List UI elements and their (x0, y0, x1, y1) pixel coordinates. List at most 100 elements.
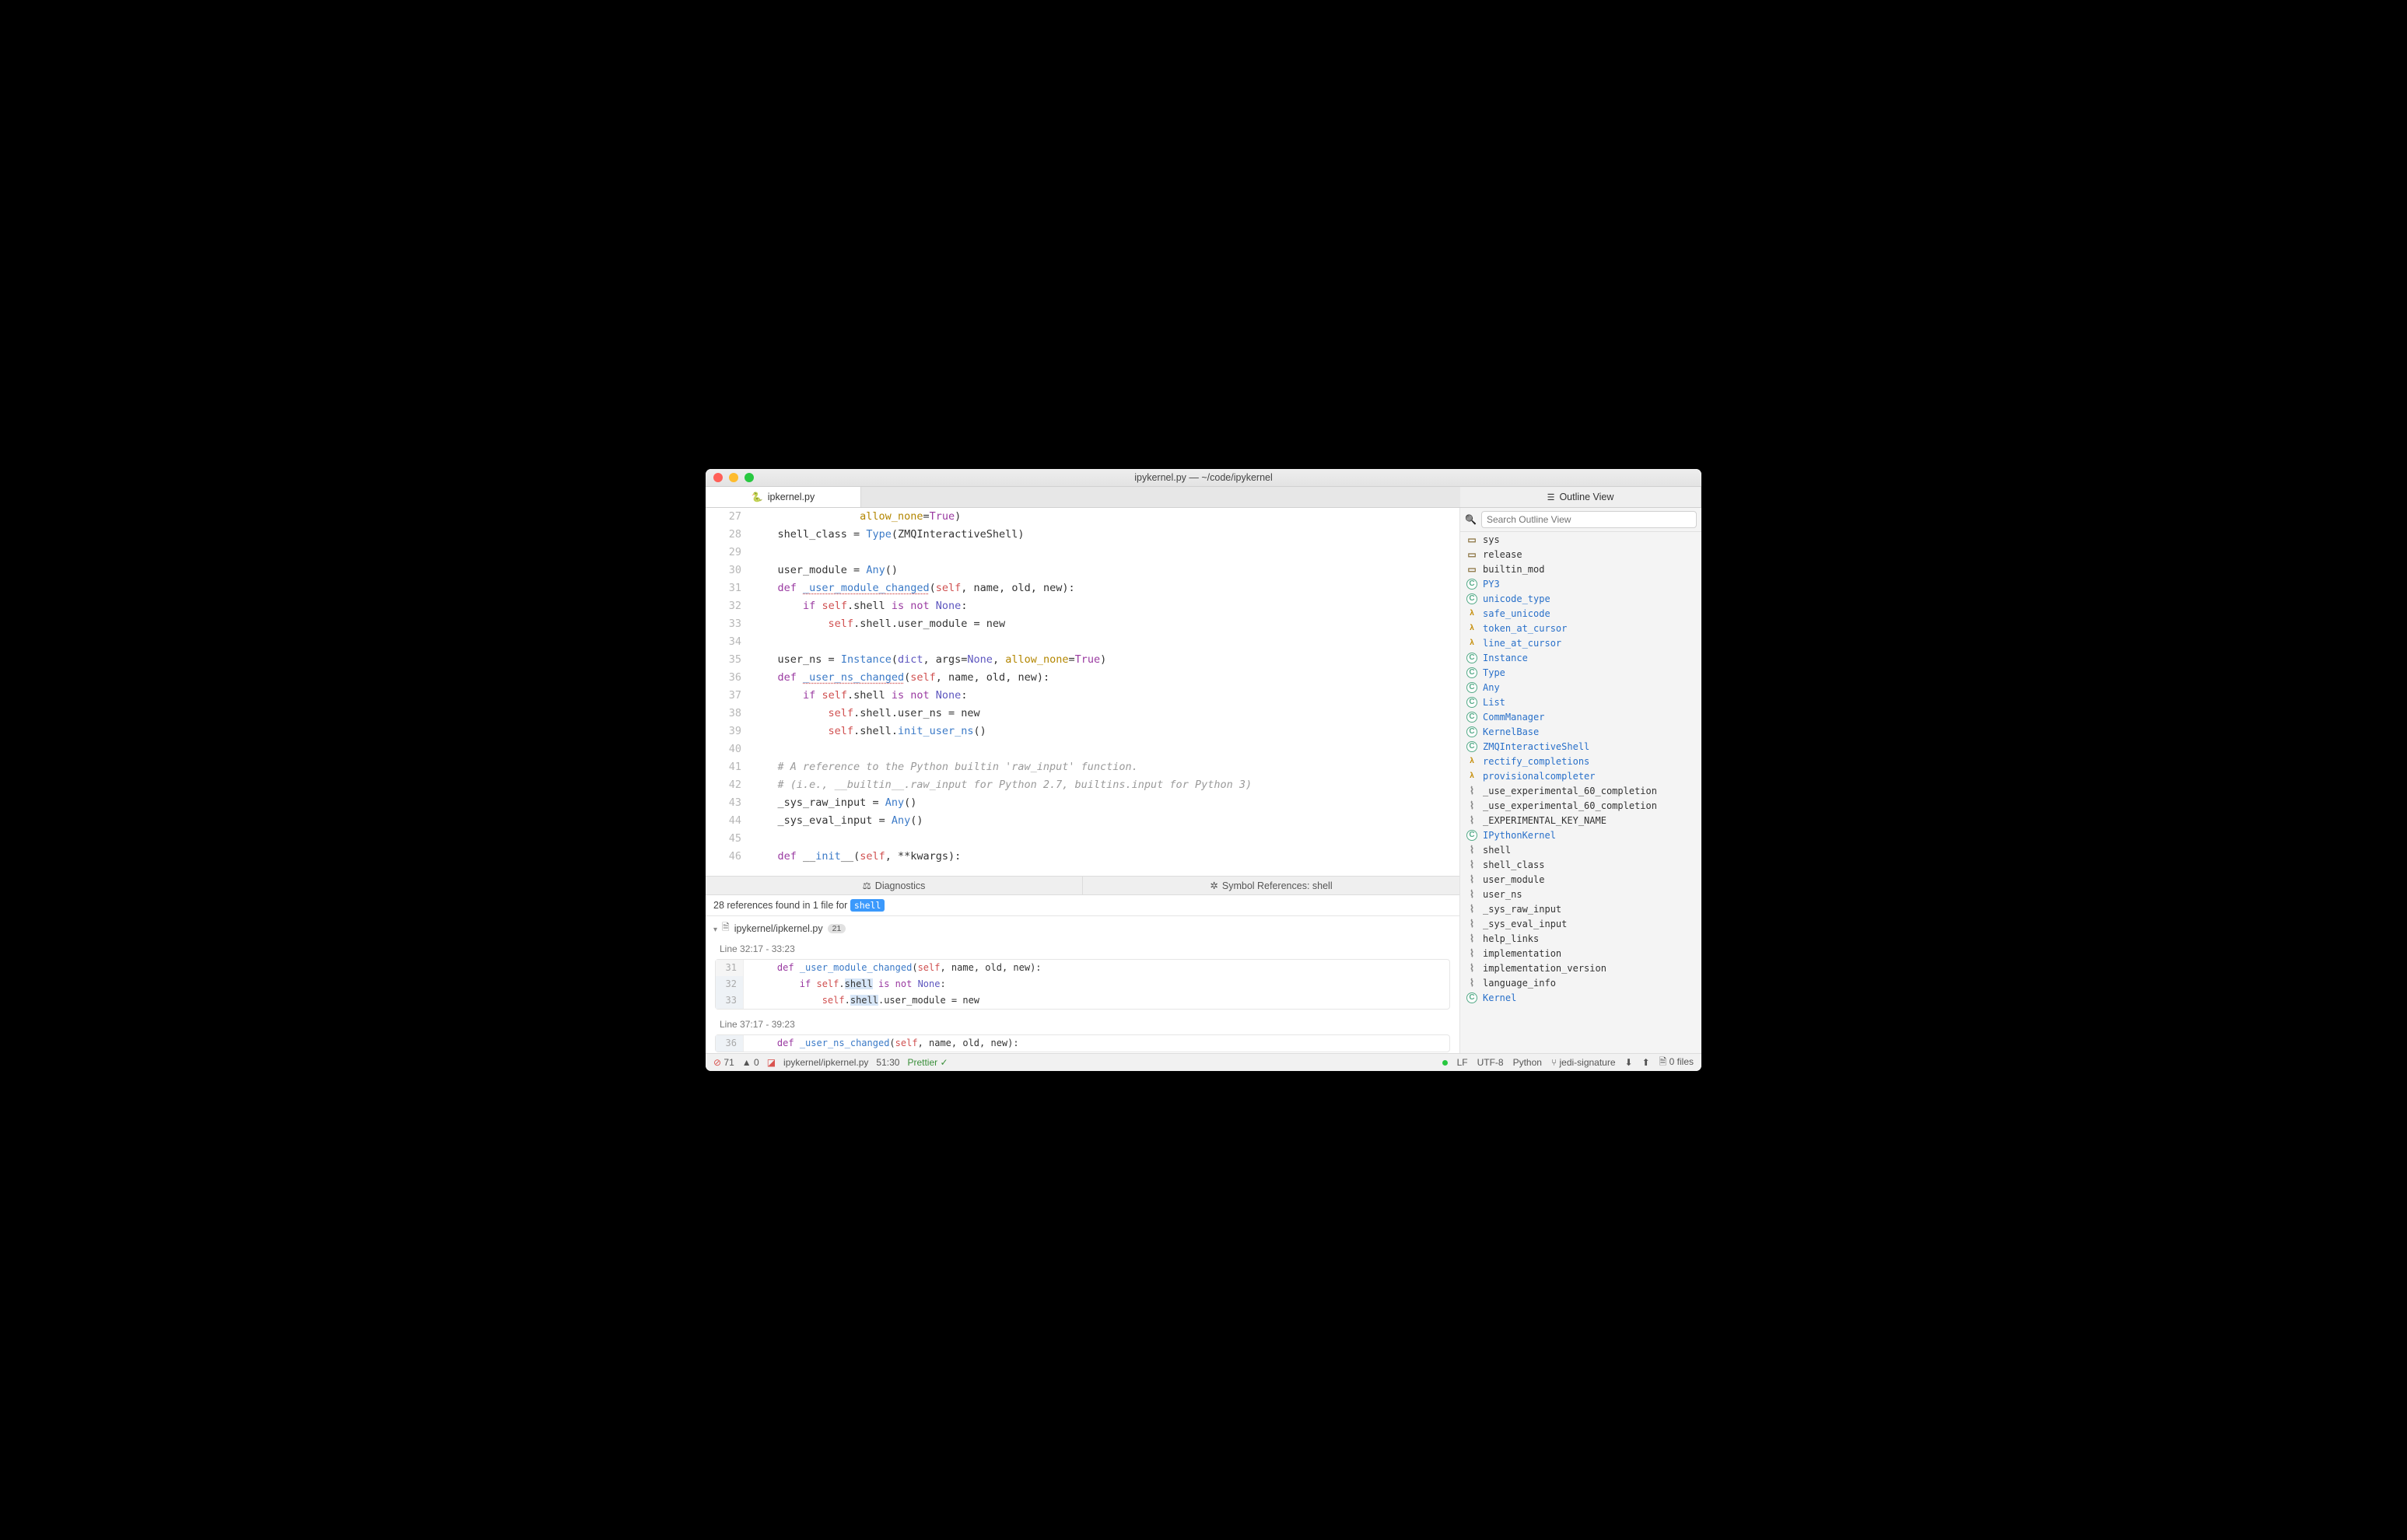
outline-item-label: shell (1483, 845, 1511, 856)
zoom-window-button[interactable] (745, 473, 754, 482)
outline-item[interactable]: shell_class (1460, 857, 1701, 872)
minimize-window-button[interactable] (729, 473, 738, 482)
func-icon (1466, 771, 1477, 782)
outline-item[interactable]: _sys_eval_input (1460, 916, 1701, 931)
outline-item-label: sys (1483, 534, 1500, 545)
line-ending[interactable]: LF (1457, 1057, 1468, 1068)
outline-item[interactable]: List (1460, 695, 1701, 709)
outline-item-label: ZMQInteractiveShell (1483, 741, 1589, 752)
outline-item-label: release (1483, 549, 1522, 560)
outline-item[interactable]: release (1460, 547, 1701, 562)
reference-snippet[interactable]: 36 def _user_ns_changed(self, name, old,… (715, 1034, 1450, 1052)
outline-item[interactable]: _EXPERIMENTAL_KEY_NAME (1460, 813, 1701, 828)
outline-item-label: implementation_version (1483, 963, 1606, 974)
outline-item[interactable]: provisionalcompleter (1460, 768, 1701, 783)
outline-item-label: _use_experimental_60_completion (1483, 786, 1657, 796)
outline-item[interactable]: unicode_type (1460, 591, 1701, 606)
window-title: ipykernel.py — ~/code/ipykernel (706, 472, 1701, 483)
outline-item[interactable]: IPythonKernel (1460, 828, 1701, 842)
edit-icon[interactable]: ◪ (767, 1057, 776, 1068)
warning-count[interactable]: ▲ 0 (742, 1057, 759, 1068)
outline-item-label: line_at_cursor (1483, 638, 1561, 649)
titlebar: ipykernel.py — ~/code/ipykernel (706, 469, 1701, 487)
dock-tabs: ⚖ Diagnostics ✲ Symbol References: shell (706, 876, 1459, 895)
language-mode[interactable]: Python (1513, 1057, 1542, 1068)
var-icon (1466, 859, 1477, 870)
references-count-text: 28 references found in 1 file for (713, 900, 847, 911)
pkg-icon (1466, 534, 1477, 545)
outline-item[interactable]: CommManager (1460, 709, 1701, 724)
prettier-status[interactable]: Prettier ✓ (907, 1057, 948, 1068)
outline-item[interactable]: _use_experimental_60_completion (1460, 783, 1701, 798)
code-editor[interactable]: 2728293031323334353637383940414243444546… (706, 508, 1459, 876)
outline-item[interactable]: language_info (1460, 975, 1701, 990)
error-count[interactable]: ⊘ 71 (713, 1057, 734, 1068)
close-window-button[interactable] (713, 473, 723, 482)
outline-item[interactable]: user_module (1460, 872, 1701, 887)
reference-range[interactable]: Line 37:17 - 39:23 (706, 1016, 1459, 1033)
const-icon (1466, 579, 1477, 590)
pkg-icon (1466, 564, 1477, 575)
outline-item[interactable]: Instance (1460, 650, 1701, 665)
outline-item[interactable]: shell (1460, 842, 1701, 857)
var-icon (1466, 874, 1477, 885)
outline-item[interactable]: builtin_mod (1460, 562, 1701, 576)
outline-item[interactable]: user_ns (1460, 887, 1701, 901)
outline-item[interactable]: _sys_raw_input (1460, 901, 1701, 916)
outline-item[interactable]: sys (1460, 532, 1701, 547)
diagnostics-label: Diagnostics (875, 880, 926, 891)
class-icon (1466, 712, 1477, 723)
outline-tab-label: Outline View (1559, 492, 1613, 502)
chevron-down-icon (713, 923, 717, 934)
outline-item-label: Type (1483, 667, 1505, 678)
symbol-references-tab[interactable]: ✲ Symbol References: shell (1083, 877, 1459, 894)
outline-item[interactable]: Type (1460, 665, 1701, 680)
class-icon (1466, 653, 1477, 663)
outline-item[interactable]: PY3 (1460, 576, 1701, 591)
upload-icon[interactable]: ⬆ (1642, 1057, 1650, 1068)
class-icon (1466, 667, 1477, 678)
code-area[interactable]: allow_none=True) shell_class = Type(ZMQI… (752, 508, 1459, 876)
outline-search-input[interactable] (1481, 511, 1697, 528)
reference-range[interactable]: Line 32:17 - 33:23 (706, 940, 1459, 957)
diagnostics-tab[interactable]: ⚖ Diagnostics (706, 877, 1083, 894)
reference-snippet[interactable]: 31 def _user_module_changed(self, name, … (715, 959, 1450, 1010)
status-file-path[interactable]: ipykernel/ipkernel.py (783, 1057, 868, 1068)
encoding[interactable]: UTF-8 (1477, 1057, 1504, 1068)
outline-item-label: CommManager (1483, 712, 1544, 723)
outline-tab[interactable]: Outline View (1460, 487, 1701, 507)
outline-item[interactable]: Kernel (1460, 990, 1701, 1005)
outline-item[interactable]: implementation_version (1460, 961, 1701, 975)
outline-item[interactable]: help_links (1460, 931, 1701, 946)
var-icon (1466, 933, 1477, 944)
outline-item[interactable]: implementation (1460, 946, 1701, 961)
editor-tab[interactable]: ipkernel.py (706, 487, 861, 507)
files-count[interactable]: 🗎 0 files (1659, 1055, 1694, 1071)
class-icon (1466, 697, 1477, 708)
outline-item[interactable]: safe_unicode (1460, 606, 1701, 621)
outline-item[interactable]: ZMQInteractiveShell (1460, 739, 1701, 754)
outline-list[interactable]: sys release builtin_modPY3unicode_typesafe… (1460, 532, 1701, 1053)
file-icon (722, 920, 730, 936)
outline-item[interactable]: line_at_cursor (1460, 635, 1701, 650)
python-icon (752, 492, 763, 502)
outline-item[interactable]: KernelBase (1460, 724, 1701, 739)
references-panel: 28 references found in 1 file for shell … (706, 895, 1459, 1053)
cursor-position[interactable]: 51:30 (876, 1057, 899, 1068)
class-icon (1466, 830, 1477, 841)
outline-item[interactable]: token_at_cursor (1460, 621, 1701, 635)
status-left: ⊘ 71 ▲ 0 ◪ ipykernel/ipkernel.py 51:30 P… (713, 1057, 948, 1068)
outline-item[interactable]: rectify_completions (1460, 754, 1701, 768)
outline-item[interactable]: _use_experimental_60_completion (1460, 798, 1701, 813)
func-icon (1466, 608, 1477, 619)
lsp-status[interactable]: ⑂ jedi-signature (1551, 1057, 1616, 1068)
references-file-node[interactable]: ipykernel/ipkernel.py 21 (706, 916, 1459, 940)
download-icon[interactable]: ⬇ (1625, 1057, 1633, 1068)
outline-item-label: _use_experimental_60_completion (1483, 800, 1657, 811)
outline-item-label: List (1483, 697, 1505, 708)
references-label: Symbol References: shell (1222, 880, 1333, 891)
tab-bar: ipkernel.py Outline View (706, 487, 1701, 508)
references-summary: 28 references found in 1 file for shell (706, 895, 1459, 916)
outline-item[interactable]: Any (1460, 680, 1701, 695)
outline-item-label: Instance (1483, 653, 1528, 663)
